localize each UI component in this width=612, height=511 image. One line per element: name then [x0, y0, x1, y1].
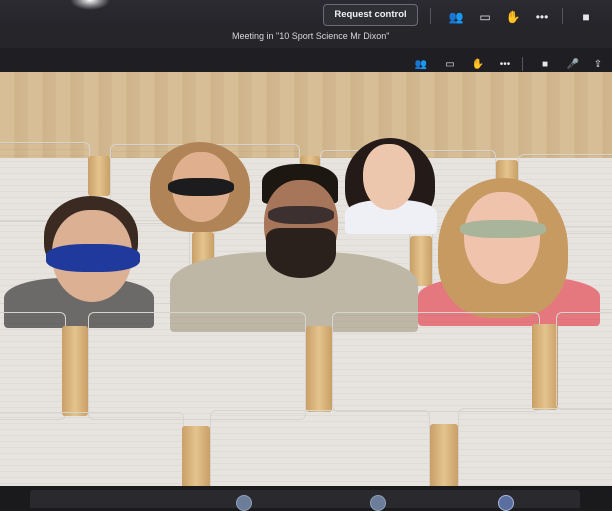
seat-post — [182, 426, 210, 492]
together-mode-video — [0, 72, 612, 492]
seat — [88, 312, 306, 420]
raise-hand-icon[interactable]: ✋ — [505, 10, 521, 24]
wood-wall — [0, 72, 612, 158]
toolbar-divider — [430, 8, 431, 24]
chat-icon[interactable]: ▭ — [442, 58, 458, 72]
seat-post — [430, 424, 458, 492]
share-icon[interactable]: ⇪ — [590, 58, 606, 72]
seat-post — [532, 324, 558, 410]
seat — [210, 410, 430, 492]
camera-icon[interactable]: ■ — [537, 58, 553, 72]
more-icon[interactable]: ••• — [534, 10, 550, 24]
request-control-button[interactable]: Request control — [323, 4, 418, 26]
participant-thumbnail[interactable] — [370, 495, 386, 511]
people-icon[interactable]: 👥 — [448, 10, 464, 24]
seat — [0, 312, 66, 420]
seat-post — [62, 326, 88, 416]
participant-center — [170, 164, 418, 332]
seat — [556, 312, 612, 410]
seat-post — [88, 156, 110, 196]
people-icon[interactable]: 👥 — [413, 58, 429, 72]
more-icon[interactable]: ••• — [497, 58, 513, 72]
meeting-title: Meeting in "10 Sport Science Mr Dixon" — [232, 31, 390, 41]
raise-hand-icon[interactable]: ✋ — [470, 58, 486, 72]
toolbar-divider — [562, 8, 563, 24]
seat — [332, 312, 540, 412]
participant-thumbnail[interactable] — [236, 495, 252, 511]
participant-front-right — [418, 178, 600, 326]
screen-glare — [70, 0, 110, 10]
seat — [0, 412, 184, 492]
toolbar-divider — [522, 57, 523, 71]
chat-icon[interactable]: ▭ — [477, 10, 493, 24]
camera-icon[interactable]: ■ — [578, 10, 594, 24]
participant-front-left — [4, 196, 154, 328]
seat — [458, 408, 612, 492]
participant-thumbnail[interactable] — [498, 495, 514, 511]
mic-icon[interactable]: 🎤 — [565, 58, 581, 72]
seat-post — [306, 326, 332, 412]
